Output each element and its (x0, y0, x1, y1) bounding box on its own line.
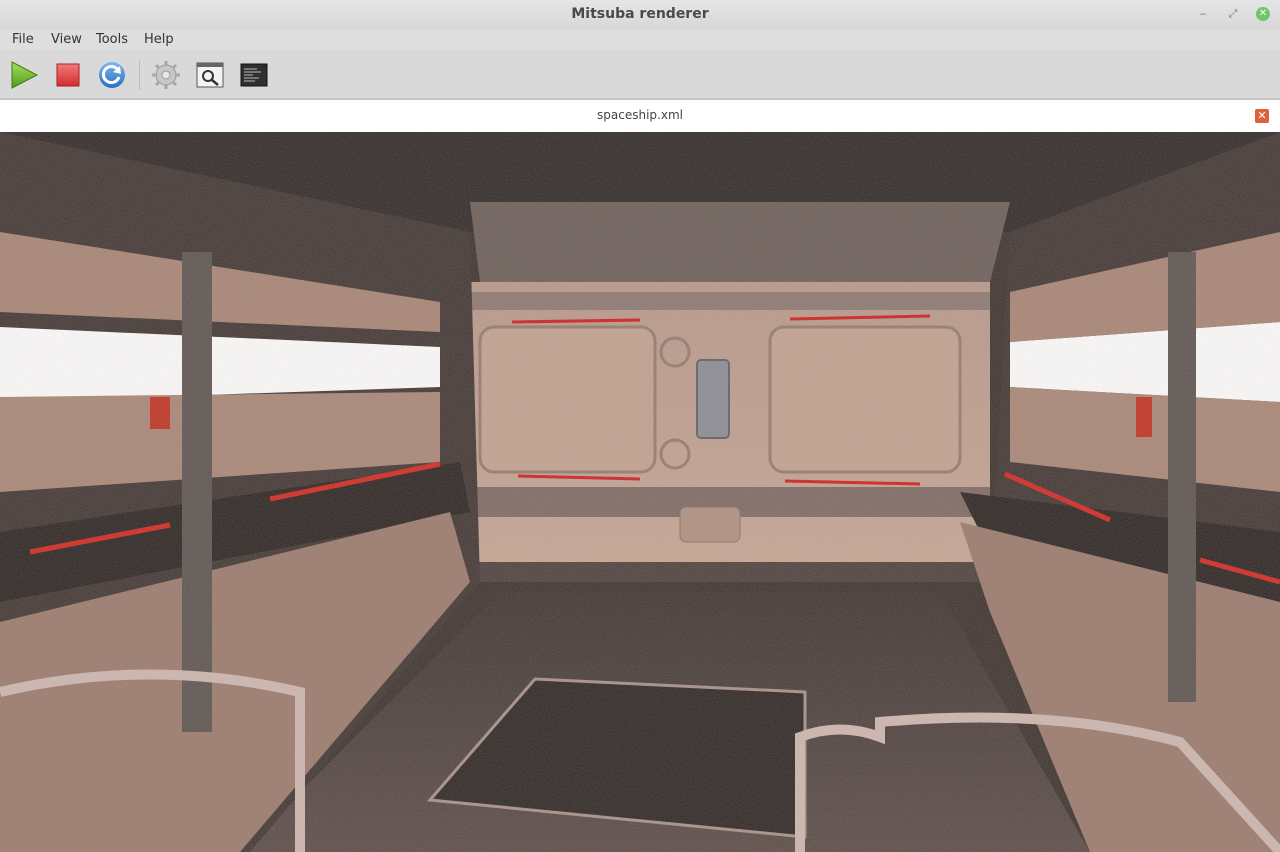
menu-bar: File View Tools Help (0, 29, 1280, 52)
tab-spaceship[interactable]: spaceship.xml (0, 108, 1280, 122)
menu-file[interactable]: File (12, 32, 34, 47)
play-icon[interactable] (9, 60, 39, 90)
render-viewport (0, 132, 1280, 852)
window-title: Mitsuba renderer (571, 6, 709, 22)
preview-magnifier-icon[interactable] (195, 60, 225, 90)
window-titlebar: Mitsuba renderer ‒ ⤢ ✕ (0, 0, 1280, 30)
console-icon[interactable] (239, 60, 269, 90)
document-tab-bar: spaceship.xml ✕ (0, 99, 1280, 133)
refresh-icon[interactable] (97, 60, 127, 90)
menu-tools[interactable]: Tools (96, 32, 128, 47)
toolbar (0, 51, 1280, 99)
minimize-icon[interactable]: ‒ (1196, 7, 1210, 21)
maximize-icon[interactable]: ⤢ (1226, 7, 1240, 21)
close-window-icon[interactable]: ✕ (1256, 7, 1270, 21)
menu-help[interactable]: Help (144, 32, 174, 47)
rendered-image (0, 132, 1280, 852)
toolbar-separator (139, 60, 140, 90)
close-tab-icon[interactable]: ✕ (1255, 109, 1269, 123)
settings-gear-icon[interactable] (151, 60, 181, 90)
menu-view[interactable]: View (51, 32, 82, 47)
stop-icon[interactable] (53, 60, 83, 90)
